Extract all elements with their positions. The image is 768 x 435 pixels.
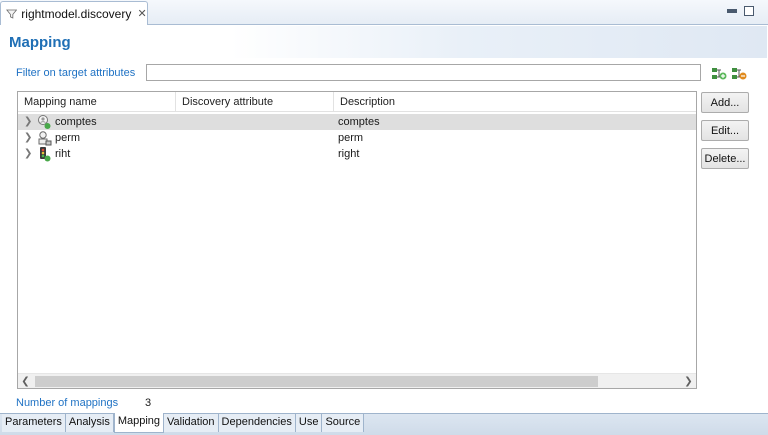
editor-tab[interactable]: rightmodel.discovery ✕ (0, 1, 148, 25)
table-row[interactable]: ❯ riht right (18, 146, 696, 162)
discovery-attribute-cell (176, 146, 334, 162)
discovery-attribute-cell (176, 114, 334, 130)
chevron-right-icon[interactable]: ❯ (24, 114, 36, 130)
filter-input[interactable] (146, 64, 701, 81)
column-header-description[interactable]: Description (334, 92, 696, 112)
mapping-name-cell: ❯ comptes (18, 114, 176, 130)
page-title: Mapping (9, 34, 71, 51)
column-header-mapping-name[interactable]: Mapping name (18, 92, 176, 112)
mapping-name-cell: ❯ riht (18, 146, 176, 162)
table-header: Mapping name Discovery attribute Descrip… (18, 92, 696, 112)
mapping-table[interactable]: Mapping name Discovery attribute Descrip… (17, 91, 697, 389)
mapping-name: riht (55, 148, 71, 160)
description-cell: comptes (338, 116, 380, 128)
mapping-count-label: Number of mappings (16, 397, 119, 409)
scroll-left-icon[interactable]: ❮ (18, 374, 33, 388)
edit-button[interactable]: Edit... (701, 120, 749, 141)
scrollbar-thumb[interactable] (35, 376, 598, 387)
form-header: Mapping (1, 26, 767, 58)
window-controls (727, 6, 754, 16)
mapping-name-cell: ❯ perm (18, 130, 176, 146)
maximize-button[interactable] (744, 6, 754, 16)
permission-icon (38, 131, 52, 146)
right-icon (40, 147, 51, 162)
collapse-all-icon[interactable] (730, 65, 748, 81)
column-header-discovery-attribute[interactable]: Discovery attribute (176, 92, 334, 112)
account-icon (38, 115, 51, 129)
table-row[interactable]: ❯ perm perm (18, 130, 696, 146)
tab-use[interactable]: Use (295, 414, 323, 432)
tab-validation[interactable]: Validation (164, 414, 219, 432)
tab-mapping[interactable]: Mapping (113, 413, 165, 433)
tab-source[interactable]: Source (322, 414, 365, 432)
editor-tab-label: rightmodel.discovery (21, 6, 132, 21)
chevron-right-icon[interactable]: ❯ (24, 146, 36, 162)
mapping-name: perm (55, 132, 81, 144)
tab-dependencies[interactable]: Dependencies (218, 414, 296, 432)
description-cell: perm (338, 132, 364, 144)
close-icon[interactable]: ✕ (137, 7, 147, 20)
discovery-attribute-cell (176, 130, 334, 146)
scroll-right-icon[interactable]: ❯ (681, 374, 696, 388)
filter-label: Filter on target attributes (16, 67, 136, 79)
expand-all-icon[interactable] (710, 65, 728, 81)
mapping-name: comptes (55, 116, 97, 128)
table-row[interactable]: ❯ comptes comptes (18, 114, 696, 130)
page-tabs: Parameters Analysis Mapping Validation D… (0, 413, 768, 435)
minimize-button[interactable] (727, 9, 737, 13)
description-cell: right (338, 148, 360, 160)
tab-analysis[interactable]: Analysis (65, 414, 114, 432)
add-button[interactable]: Add... (701, 92, 749, 113)
mapping-count-value: 3 (145, 397, 152, 409)
tab-parameters[interactable]: Parameters (2, 414, 66, 432)
horizontal-scrollbar[interactable]: ❮ ❯ (18, 373, 696, 388)
filter-icon (6, 9, 18, 19)
editor-tab-bar: rightmodel.discovery ✕ (0, 0, 768, 25)
delete-button[interactable]: Delete... (701, 148, 749, 169)
chevron-right-icon[interactable]: ❯ (24, 130, 36, 146)
